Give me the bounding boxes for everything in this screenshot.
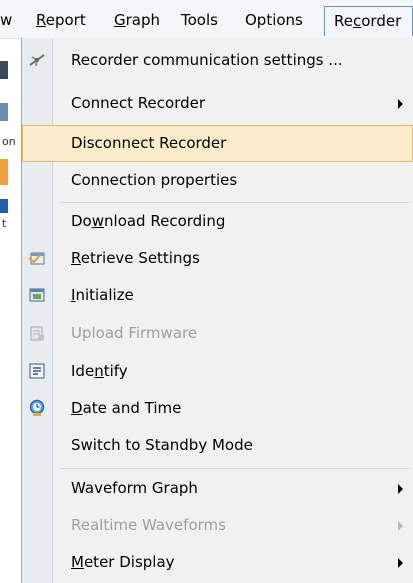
clock-icon [29,399,45,416]
upload-firmware-icon [30,326,44,341]
menu-item-label: Disconnect Recorder [71,134,227,152]
background-text: on [2,135,16,148]
antenna-icon [29,54,45,67]
toolbar-fragment [0,61,8,79]
menu-report[interactable]: Report [36,8,86,32]
menu-item-label: Switch to Standby Mode [71,436,253,454]
header-fragment [0,199,8,213]
background-text: t [2,217,7,230]
menu-item-download-recording[interactable]: Download Recording [22,203,413,240]
menu-item-label: Download Recording [71,212,226,230]
menu-item-label: Retrieve Settings [71,249,200,267]
menu-item-upload-firmware[interactable]: Upload Firmware [22,315,413,352]
menu-item-label: Connect Recorder [71,94,206,112]
menubar: w Report Graph Tools Options Recorder [0,0,413,39]
identify-icon [29,363,45,379]
menu-item-date-and-time[interactable]: Date and Time [22,390,413,427]
toolbar-fragment [0,103,8,121]
menu-item-waveform-graph[interactable]: Waveform Graph [22,470,413,507]
menu-item-communication-settings[interactable]: Recorder communication settings ... [22,42,413,79]
menu-item-realtime-waveforms[interactable]: Realtime Waveforms [22,507,413,544]
menu-options[interactable]: Options [245,8,303,32]
menu-item-initialize[interactable]: Initialize [22,277,413,314]
menu-item-identify[interactable]: Identify [22,353,413,390]
menu-item-label: Recorder communication settings ... [71,51,343,69]
menu-item-label: Identify [71,362,128,380]
submenu-arrow-icon [398,558,403,568]
submenu-arrow-icon [398,99,403,109]
menu-item-connection-properties[interactable]: Connection properties [22,162,413,199]
menu-separator [60,468,410,469]
menu-item-label: Upload Firmware [71,324,198,342]
background-window: on t [0,39,20,583]
menu-item-meter-display[interactable]: Meter Display [22,544,413,581]
menu-item-switch-to-standby[interactable]: Switch to Standby Mode [22,427,413,464]
menu-item-label: Connection properties [71,171,238,189]
menu-item-disconnect-recorder[interactable]: Disconnect Recorder [22,125,413,162]
retrieve-settings-icon [28,252,45,265]
menu-view[interactable]: w [0,8,12,32]
menu-recorder[interactable]: Recorder [324,6,413,36]
menu-item-label: Waveform Graph [71,479,198,497]
header-fragment [0,159,8,185]
menu-tools[interactable]: Tools [181,8,218,32]
recorder-dropdown-menu: Recorder communication settings ... Conn… [21,38,413,583]
menu-item-label: Meter Display [71,553,175,571]
submenu-arrow-icon [398,521,403,531]
menu-item-label: Realtime Waveforms [71,516,226,534]
submenu-arrow-icon [398,484,403,494]
menu-item-label: Date and Time [71,399,182,417]
menu-item-retrieve-settings[interactable]: Retrieve Settings [22,240,413,277]
menu-item-connect-recorder[interactable]: Connect Recorder [22,85,413,122]
menu-item-label: Initialize [71,286,134,304]
initialize-icon [29,288,45,302]
menu-graph[interactable]: Graph [114,8,160,32]
